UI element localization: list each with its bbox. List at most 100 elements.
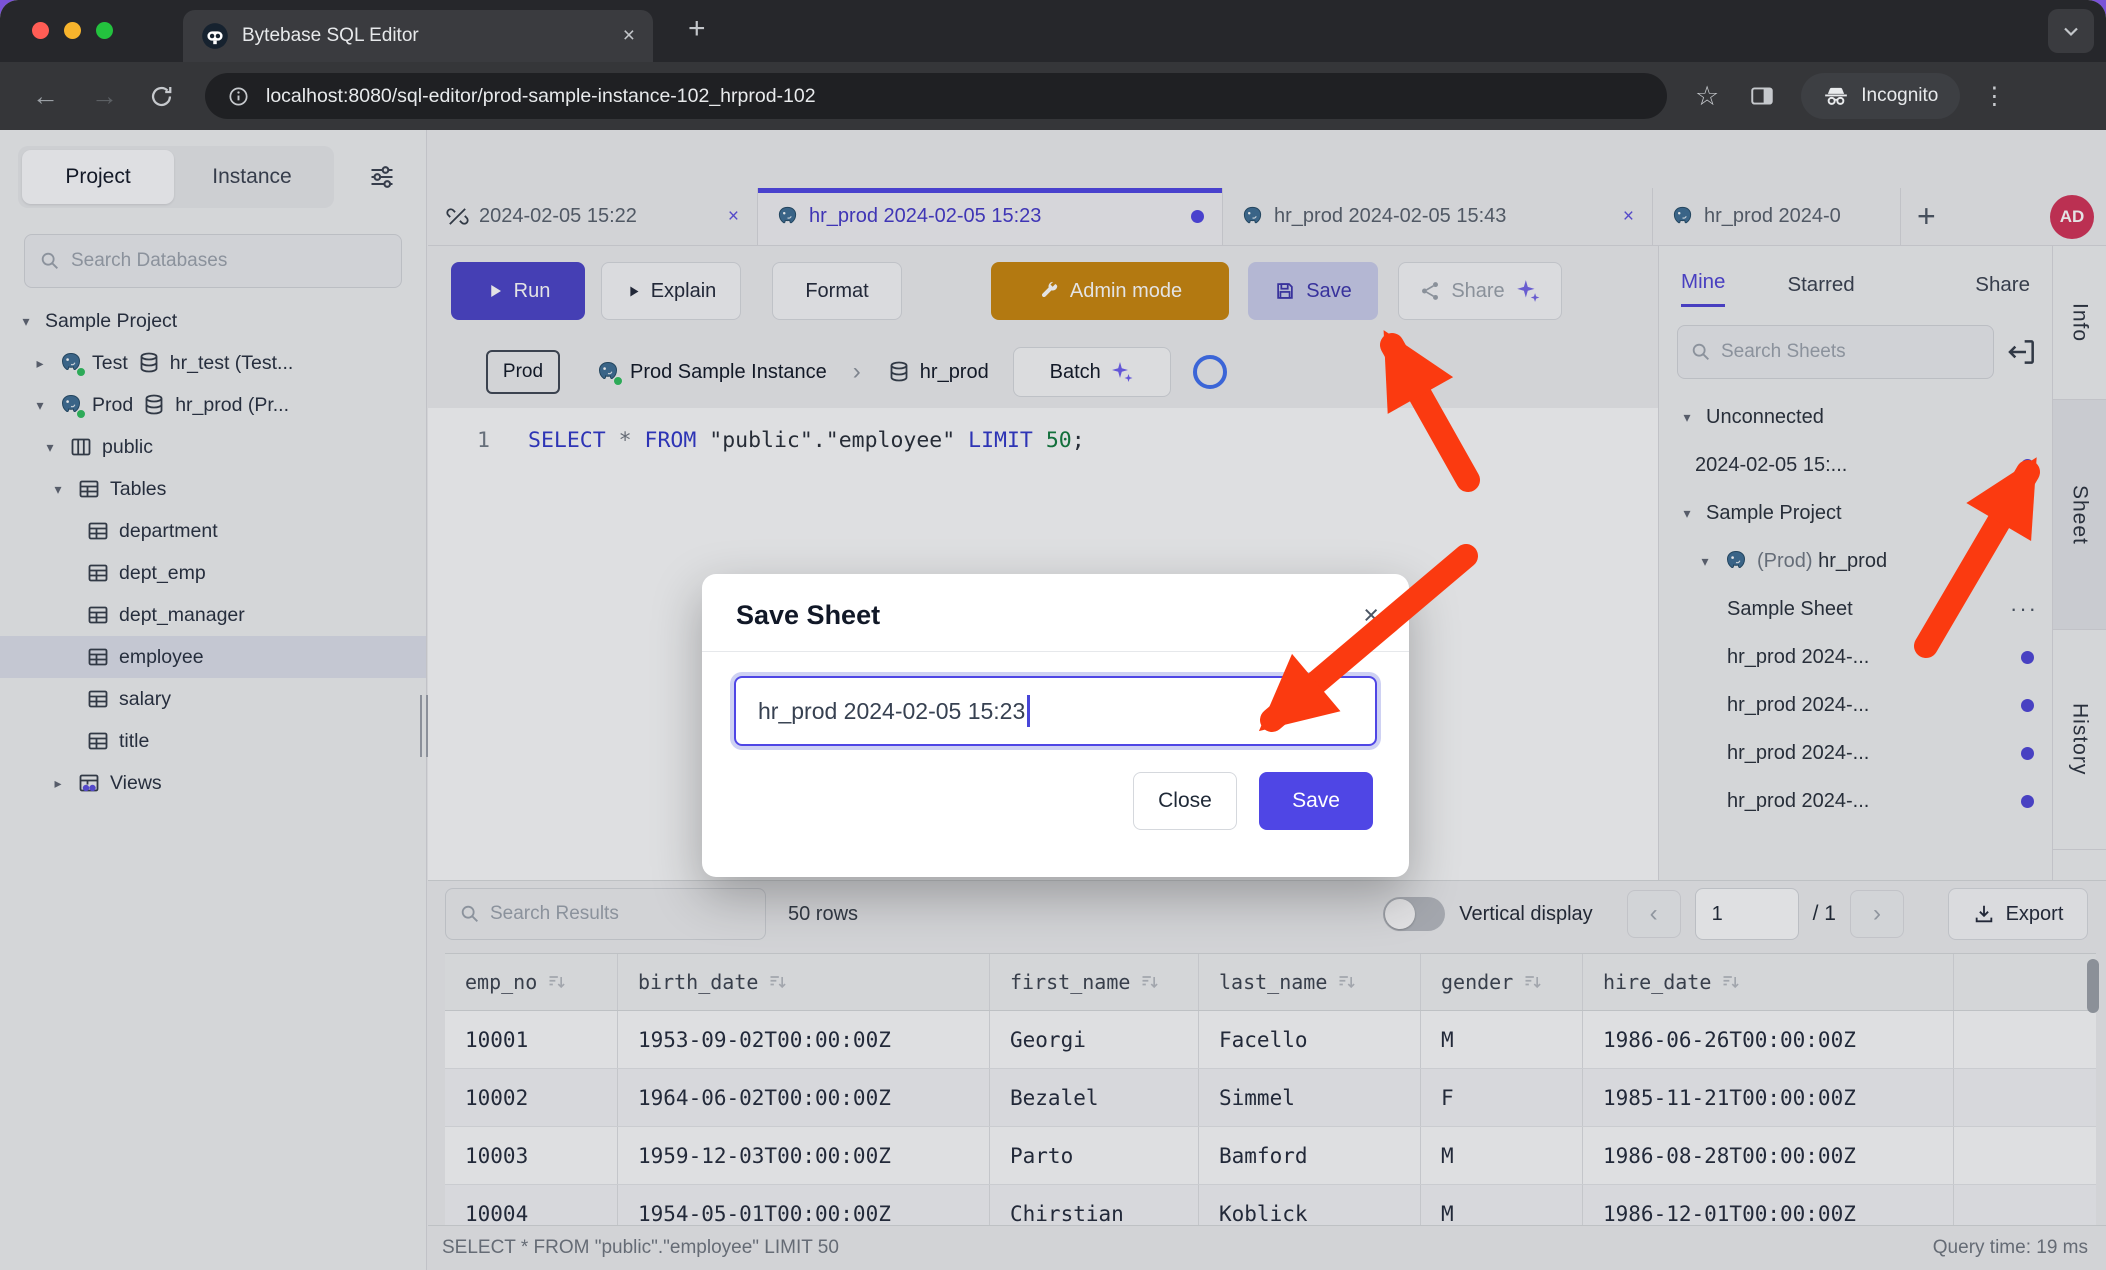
caret-icon[interactable]: ▾ — [1695, 553, 1715, 570]
tree-row[interactable]: dept_manager — [0, 594, 426, 636]
sheet-list-item[interactable]: ▾ (Prod) hr_prod — [1659, 537, 2052, 585]
sheet-list-item[interactable]: ▾ Sample Project — [1659, 489, 2052, 537]
new-sheet-button[interactable]: + — [1901, 198, 1952, 235]
environment-chip[interactable]: Prod — [486, 350, 560, 394]
avatar[interactable]: AD — [2050, 195, 2094, 239]
more-options-icon[interactable]: ··· — [2010, 596, 2038, 622]
table-cell[interactable]: M — [1421, 1127, 1583, 1184]
close-tab-icon[interactable]: × — [728, 206, 739, 228]
table-cell[interactable]: 10001 — [445, 1011, 618, 1068]
caret-icon[interactable]: ▾ — [1677, 505, 1697, 522]
table-cell[interactable]: Chirstian — [990, 1185, 1199, 1226]
editor-tab[interactable]: hr_prod 2024-0 — [1653, 188, 1901, 245]
minimize-window-button[interactable] — [64, 22, 81, 39]
sort-icon[interactable] — [1337, 972, 1357, 992]
sheet-list-item[interactable]: hr_prod 2024-... — [1659, 777, 2052, 825]
tab-starred[interactable]: Starred — [1787, 273, 1854, 307]
admin-mode-button[interactable]: Admin mode — [991, 262, 1229, 320]
tree-row[interactable]: ▾ public — [0, 426, 426, 468]
sheet-list-item[interactable]: 2024-02-05 15:... — [1659, 441, 2052, 489]
sheet-list-item[interactable]: ▾ Unconnected — [1659, 393, 2052, 441]
side-tab[interactable]: Info — [2053, 246, 2106, 400]
table-cell[interactable]: M — [1421, 1011, 1583, 1068]
table-cell[interactable]: Bamford — [1199, 1127, 1421, 1184]
table-cell[interactable]: 1954-05-01T00:00:00Z — [618, 1185, 990, 1226]
database-search-input[interactable] — [71, 250, 387, 272]
export-button[interactable]: Export — [1948, 888, 2088, 940]
caret-icon[interactable]: ▸ — [30, 355, 50, 372]
sheet-list-item[interactable]: hr_prod 2024-... — [1659, 729, 2052, 777]
bookmark-star-icon[interactable]: ☆ — [1695, 81, 1719, 112]
column-header[interactable]: gender — [1421, 954, 1583, 1010]
tree-row[interactable]: employee — [0, 636, 426, 678]
table-cell[interactable]: 1953-09-02T00:00:00Z — [618, 1011, 990, 1068]
browser-tab[interactable]: Bytebase SQL Editor × — [183, 10, 653, 62]
table-row[interactable]: 100011953-09-02T00:00:00ZGeorgiFacelloM1… — [445, 1011, 2096, 1069]
vertical-display-toggle[interactable] — [1383, 897, 1445, 931]
results-search-box[interactable] — [445, 888, 766, 940]
table-cell[interactable]: 1985-11-21T00:00:00Z — [1583, 1069, 1954, 1126]
tree-row[interactable]: ▾ Tables — [0, 468, 426, 510]
sidebar-resize-handle[interactable] — [420, 695, 428, 757]
caret-icon[interactable]: ▾ — [16, 313, 36, 330]
editor-tab[interactable]: 2024-02-05 15:22 × — [428, 188, 758, 245]
sort-icon[interactable] — [1721, 972, 1741, 992]
collapse-panel-icon[interactable] — [2006, 336, 2038, 368]
caret-icon[interactable]: ▸ — [48, 775, 68, 792]
reload-button[interactable] — [148, 83, 175, 110]
table-cell[interactable]: 1986-06-26T00:00:00Z — [1583, 1011, 1954, 1068]
table-row[interactable]: 100041954-05-01T00:00:00ZChirstianKoblic… — [445, 1185, 2096, 1226]
column-header[interactable]: hire_date — [1583, 954, 1954, 1010]
editor-tab[interactable]: hr_prod 2024-02-05 15:43 × — [1223, 188, 1653, 245]
tree-row[interactable]: ▾ Sample Project — [0, 300, 426, 342]
table-cell[interactable]: Simmel — [1199, 1069, 1421, 1126]
close-window-button[interactable] — [32, 22, 49, 39]
caret-icon[interactable]: ▾ — [1677, 409, 1697, 426]
caret-icon[interactable]: ▾ — [40, 439, 60, 456]
caret-icon[interactable]: ▾ — [30, 397, 50, 414]
table-cell[interactable]: 1986-08-28T00:00:00Z — [1583, 1127, 1954, 1184]
sheet-search-input[interactable] — [1721, 341, 1981, 363]
explain-button[interactable]: Explain — [601, 262, 741, 320]
table-cell[interactable]: 10004 — [445, 1185, 618, 1226]
table-cell[interactable]: 10002 — [445, 1069, 618, 1126]
tree-row[interactable]: ▸ Views — [0, 762, 426, 804]
close-tab-icon[interactable]: × — [623, 24, 635, 48]
column-header[interactable]: birth_date — [618, 954, 990, 1010]
address-bar[interactable]: localhost:8080/sql-editor/prod-sample-in… — [205, 73, 1667, 119]
column-header[interactable]: first_name — [990, 954, 1199, 1010]
sort-icon[interactable] — [1523, 972, 1543, 992]
side-panel-icon[interactable] — [1749, 83, 1775, 109]
table-cell[interactable]: 10003 — [445, 1127, 618, 1184]
dialog-close-button[interactable]: Close — [1133, 772, 1237, 830]
table-cell[interactable]: Bezalel — [990, 1069, 1199, 1126]
new-tab-button[interactable]: + — [688, 12, 706, 46]
browser-menu-icon[interactable]: ⋮ — [1982, 82, 2006, 111]
tab-project[interactable]: Project — [22, 150, 174, 204]
dialog-save-button[interactable]: Save — [1259, 772, 1373, 830]
caret-icon[interactable]: ▾ — [48, 481, 68, 498]
sliders-filter-icon[interactable] — [368, 163, 396, 191]
table-cell[interactable]: Georgi — [990, 1011, 1199, 1068]
back-button[interactable]: ← — [32, 81, 59, 112]
save-button[interactable]: Save — [1248, 262, 1378, 320]
page-number-input[interactable] — [1695, 888, 1799, 940]
editor-tab[interactable]: hr_prod 2024-02-05 15:23 — [758, 188, 1223, 245]
sheet-list-item[interactable]: hr_prod 2024-... — [1659, 681, 2052, 729]
database-search-box[interactable] — [24, 234, 402, 288]
database-name[interactable]: hr_prod — [920, 361, 989, 384]
tab-share[interactable]: Share — [1975, 273, 2030, 307]
table-cell[interactable]: 1986-12-01T00:00:00Z — [1583, 1185, 1954, 1226]
table-cell[interactable]: Facello — [1199, 1011, 1421, 1068]
forward-button[interactable]: → — [91, 81, 118, 112]
sort-icon[interactable] — [768, 972, 788, 992]
format-button[interactable]: Format — [772, 262, 902, 320]
column-header[interactable]: last_name — [1199, 954, 1421, 1010]
sheet-search-box[interactable] — [1677, 325, 1994, 379]
close-tab-icon[interactable]: × — [1623, 206, 1634, 228]
maximize-window-button[interactable] — [96, 22, 113, 39]
table-cell[interactable]: 1959-12-03T00:00:00Z — [618, 1127, 990, 1184]
tree-row[interactable]: dept_emp — [0, 552, 426, 594]
tree-row[interactable]: ▾ Prod hr_prod (Pr... — [0, 384, 426, 426]
sort-icon[interactable] — [547, 972, 567, 992]
